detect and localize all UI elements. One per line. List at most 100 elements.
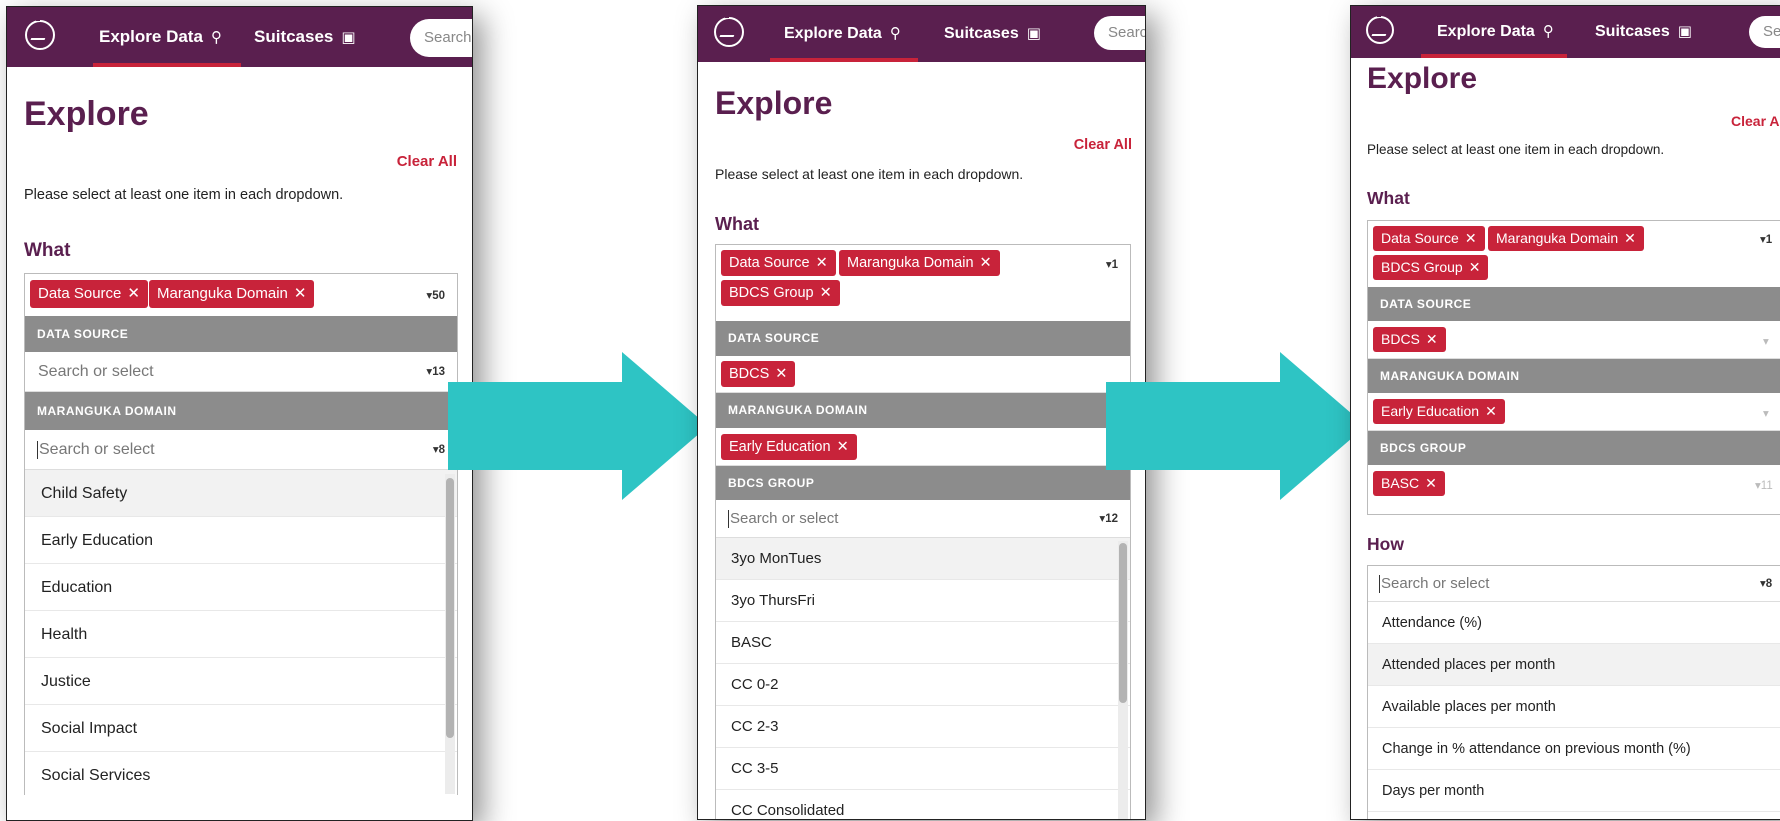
option-item[interactable]: BASC	[716, 622, 1130, 664]
selected-tags-row: Data Source ✕ Maranguka Domain ✕ BDCS Grou…	[1368, 221, 1780, 283]
option-item[interactable]: CC 3-5	[716, 748, 1130, 790]
option-item[interactable]: Social Impact	[25, 705, 457, 752]
nav-search-input[interactable]: Search	[410, 19, 472, 57]
tag-bdcs-group[interactable]: BDCS Group ✕	[721, 280, 840, 306]
option-item[interactable]: CC 2-3	[716, 706, 1130, 748]
remove-icon[interactable]: ✕	[980, 255, 992, 271]
data-source-search-input[interactable]: Search or select ▾13	[25, 352, 457, 392]
option-item[interactable]: Available places per month	[1368, 686, 1780, 728]
remove-icon[interactable]: ✕	[816, 255, 828, 271]
what-count: ▾50	[426, 290, 445, 302]
tag-data-source[interactable]: Data Source ✕	[1373, 226, 1485, 251]
how-search-input[interactable]: Search or select ▾8	[1368, 566, 1780, 602]
option-item[interactable]: 3yo ThursFri	[716, 580, 1130, 622]
remove-icon[interactable]: ✕	[1425, 475, 1437, 491]
option-item[interactable]: CC Consolidated	[716, 790, 1130, 819]
instruction-text: Please select at least one item in each …	[1367, 142, 1665, 157]
search-icon: ⚲	[889, 25, 901, 42]
clear-all-button[interactable]: Clear All	[1074, 137, 1132, 153]
tag-basc[interactable]: BASC ✕	[1373, 471, 1445, 496]
app-logo-icon[interactable]	[714, 14, 744, 47]
option-item[interactable]: 3yo MonTues	[716, 538, 1130, 580]
option-item[interactable]: Child Safety	[25, 470, 457, 517]
page-title: Explore	[24, 95, 149, 133]
remove-icon[interactable]: ✕	[775, 366, 787, 382]
nav-explore-data[interactable]: Explore Data ⚲	[1421, 6, 1567, 58]
remove-icon[interactable]: ✕	[127, 285, 140, 302]
domain-selected: Early Education ✕ ▾	[1368, 393, 1780, 431]
data-source-selected: BDCS ✕	[716, 356, 1130, 393]
scrollbar[interactable]	[445, 474, 455, 794]
option-item[interactable]: Social Services	[25, 752, 457, 796]
how-multiselect[interactable]: Search or select ▾8 Attendance (%) Attend…	[1367, 565, 1780, 819]
scrollbar[interactable]	[1118, 541, 1128, 819]
what-multiselect[interactable]: Data Source ✕ Maranguka Domain ✕ BDCS Grou…	[1367, 220, 1780, 515]
remove-icon[interactable]: ✕	[1485, 403, 1497, 419]
option-item[interactable]: Education	[25, 564, 457, 611]
how-options-list: Attendance (%) Attended places per month…	[1368, 602, 1780, 819]
instruction-text: Please select at least one item in each …	[715, 166, 1024, 182]
tag-bdcs-group[interactable]: BDCS Group ✕	[1373, 255, 1489, 280]
tag-data-source[interactable]: Data Source ✕	[30, 280, 148, 308]
tag-bdcs[interactable]: BDCS ✕	[1373, 327, 1446, 352]
option-item[interactable]: Change in % attendance on previous month…	[1368, 728, 1780, 770]
bdcs-group-search-input[interactable]: Search or select ▾12	[716, 500, 1130, 538]
remove-icon[interactable]: ✕	[1624, 230, 1636, 246]
text-cursor	[1379, 575, 1380, 594]
what-label: What	[715, 214, 759, 234]
scrollbar-thumb[interactable]	[1119, 543, 1127, 703]
bdcs-group-selected: BASC ✕ ▾11	[1368, 465, 1780, 503]
clear-all-button[interactable]: Clear All	[397, 153, 457, 170]
option-item[interactable]: Attendance (%)	[1368, 602, 1780, 644]
nav-explore-data[interactable]: Explore Data ⚲	[93, 7, 241, 67]
tag-early-education[interactable]: Early Education ✕	[721, 434, 857, 460]
option-item[interactable]: Health	[25, 611, 457, 658]
nav-suitcases[interactable]: Suitcases ▣	[254, 7, 356, 67]
suitcase-icon: ▣	[1026, 25, 1041, 42]
what-multiselect[interactable]: Data Source ✕ Maranguka Domain ✕ ▾50 DATA …	[24, 273, 458, 796]
group-header-data-source: DATA SOURCE	[716, 321, 1130, 356]
domain-selected: Early Education ✕	[716, 428, 1130, 466]
remove-icon[interactable]: ✕	[1465, 230, 1477, 246]
chevron-down-icon[interactable]: ▾	[1763, 406, 1769, 420]
remove-icon[interactable]: ✕	[294, 285, 307, 302]
group-header-maranguka-domain: MARANGUKA DOMAIN	[716, 393, 1130, 428]
option-item[interactable]: Attended places per month	[1368, 644, 1780, 686]
what-label: What	[1367, 188, 1410, 208]
tag-maranguka-domain[interactable]: Maranguka Domain ✕	[149, 280, 315, 308]
instruction-text: Please select at least one item in each …	[24, 187, 344, 203]
option-item[interactable]: Days per month	[1368, 770, 1780, 812]
app-logo-icon[interactable]	[25, 17, 55, 50]
bdcs-group-options-list: 3yo MonTues 3yo ThursFri BASC CC 0-2 CC …	[716, 538, 1130, 819]
what-count: ▾1	[1105, 259, 1118, 271]
data-source-count: ▾13	[426, 366, 445, 378]
remove-icon[interactable]: ✕	[1469, 259, 1481, 275]
nav-suitcases[interactable]: Suitcases ▣	[944, 6, 1041, 62]
top-nav: Explore Data⚲ Suitcases▣ Search	[1351, 6, 1780, 58]
option-item[interactable]: Early Education	[25, 517, 457, 564]
nav-search-input[interactable]: Search	[1749, 16, 1780, 48]
chevron-down-icon[interactable]: ▾	[1763, 334, 1769, 348]
nav-search-input[interactable]: Search	[1094, 16, 1145, 50]
remove-icon[interactable]: ✕	[1426, 331, 1438, 347]
tag-early-education[interactable]: Early Education ✕	[1373, 399, 1505, 424]
tag-maranguka-domain[interactable]: Maranguka Domain ✕	[839, 250, 1000, 276]
tag-bdcs[interactable]: BDCS ✕	[721, 361, 796, 387]
data-source-selected: BDCS ✕ ▾	[1368, 321, 1780, 359]
tag-maranguka-domain[interactable]: Maranguka Domain ✕	[1488, 226, 1644, 251]
nav-suitcases[interactable]: Suitcases ▣	[1595, 6, 1692, 58]
how-label: How	[1367, 534, 1404, 554]
nav-explore-data[interactable]: Explore Data ⚲	[770, 6, 918, 62]
app-logo-icon[interactable]	[1366, 13, 1394, 44]
remove-icon[interactable]: ✕	[820, 285, 832, 301]
tag-data-source[interactable]: Data Source ✕	[721, 250, 836, 276]
remove-icon[interactable]: ✕	[837, 439, 849, 455]
what-multiselect[interactable]: Data Source ✕ Maranguka Domain ✕ BDCS Grou…	[715, 244, 1131, 819]
option-item[interactable]: CC 0-2	[716, 664, 1130, 706]
clear-all-button[interactable]: Clear All	[1731, 113, 1780, 129]
option-item[interactable]: Justice	[25, 658, 457, 705]
top-nav: Explore Data⚲ Suitcases▣ Search	[7, 7, 472, 67]
scrollbar-thumb[interactable]	[446, 478, 454, 738]
group-header-bdcs-group: BDCS GROUP	[1368, 431, 1780, 465]
domain-search-input[interactable]: Search or select ▾8	[25, 430, 457, 470]
